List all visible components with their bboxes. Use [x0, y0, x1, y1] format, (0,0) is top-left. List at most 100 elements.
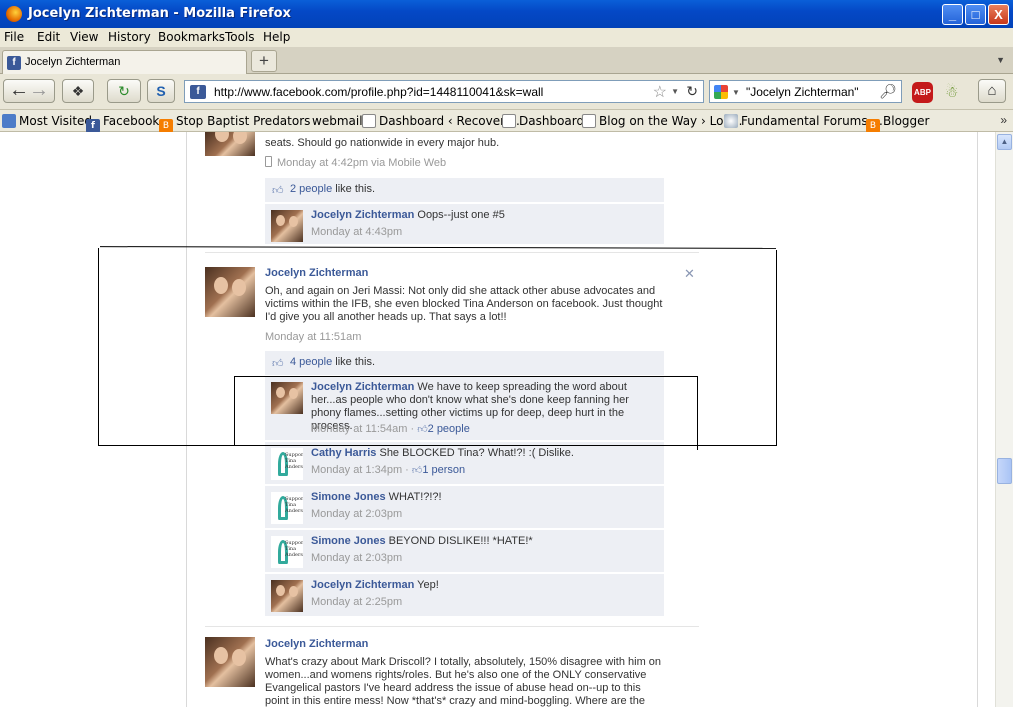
- bookmark-star-icon[interactable]: ☆: [653, 82, 667, 102]
- greasemonkey-icon[interactable]: ☃: [945, 83, 958, 101]
- comment-likes-link[interactable]: 2 people: [428, 423, 470, 435]
- forward-arrow-icon[interactable]: →: [29, 79, 49, 101]
- post-timestamp: Monday at 4:42pm via Mobile Web: [265, 156, 446, 169]
- forum-icon: [724, 114, 738, 128]
- likes-text: 2 people like this.: [290, 183, 375, 195]
- comment-avatar[interactable]: [271, 382, 303, 414]
- comment: Support Tina Anderson Simone Jones BEYON…: [265, 530, 664, 572]
- skype-icon[interactable]: S: [147, 79, 175, 103]
- url-dropdown-icon[interactable]: ▼: [671, 87, 679, 96]
- post-author-name[interactable]: Jocelyn Zichterman: [265, 638, 368, 650]
- post-text: What's crazy about Mark Driscoll? I tota…: [265, 656, 662, 707]
- bookmark-label: webmail: [312, 114, 363, 128]
- bookmark-dashboard[interactable]: Dashboard: [502, 114, 584, 128]
- menu-edit[interactable]: Edit: [37, 30, 60, 44]
- menu-tools[interactable]: Tools: [225, 30, 255, 44]
- vertical-scrollbar[interactable]: ▲: [995, 132, 1013, 707]
- menu-file[interactable]: File: [4, 30, 24, 44]
- google-icon[interactable]: [714, 85, 728, 99]
- avatar[interactable]: [205, 637, 255, 687]
- annotation-line: [99, 246, 777, 249]
- page-icon: [582, 114, 596, 128]
- menu-bookmarks[interactable]: Bookmarks: [158, 30, 225, 44]
- post-separator: [205, 252, 699, 253]
- comment-time[interactable]: Monday at 1:34pm ·: [311, 464, 412, 476]
- comment-text: Jocelyn Zichterman Oops--just one #5: [311, 209, 659, 222]
- avatar[interactable]: [205, 267, 255, 317]
- facebook-icon: f: [86, 119, 100, 133]
- comment-avatar-ribbon[interactable]: Support Tina Anderson: [271, 536, 303, 568]
- maximize-button[interactable]: □: [965, 4, 986, 25]
- bookmark-facebook[interactable]: f Facebook: [86, 114, 159, 133]
- back-arrow-icon[interactable]: ←: [9, 79, 29, 101]
- comment-author[interactable]: Jocelyn Zichterman: [311, 579, 414, 591]
- title-bar: Jocelyn Zichterman - Mozilla Firefox _ □…: [0, 0, 1013, 28]
- back-forward-button[interactable]: ←→: [3, 79, 55, 103]
- search-icon[interactable]: 🔎︎: [879, 83, 897, 100]
- search-box[interactable]: ▼ "Jocelyn Zichterman" 🔎︎: [709, 80, 902, 103]
- bookmark-most-visited[interactable]: Most Visited: [2, 114, 92, 128]
- likes-suffix: like this.: [332, 183, 376, 195]
- bookmark-blogger[interactable]: B Blogger: [866, 114, 929, 133]
- url-bar[interactable]: f http://www.facebook.com/profile.php?id…: [184, 80, 704, 103]
- comment-avatar-ribbon[interactable]: Support Tina Anderson: [271, 492, 303, 524]
- browser-window: Jocelyn Zichterman - Mozilla Firefox _ □…: [0, 0, 1013, 707]
- bookmark-dashboard-recoveri[interactable]: Dashboard ‹ Recoveri...: [362, 114, 520, 128]
- site-identity-icon[interactable]: f: [190, 85, 206, 99]
- post-author-name[interactable]: Jocelyn Zichterman: [265, 267, 368, 279]
- bookmark-blog-on-the-way[interactable]: Blog on the Way › Log...: [582, 114, 742, 128]
- bookmark-webmail[interactable]: webmail: [312, 114, 363, 128]
- comment-avatar[interactable]: [271, 580, 303, 612]
- new-tab-button[interactable]: +: [251, 50, 277, 72]
- tab-list-arrow-icon[interactable]: ▼: [996, 55, 1005, 65]
- comment-author[interactable]: Simone Jones: [311, 491, 386, 503]
- post-text: Oh, and again on Jeri Massi: Not only di…: [265, 285, 663, 323]
- home-button[interactable]: ⌂: [978, 79, 1006, 103]
- comment-body: WHAT!?!?!: [385, 491, 442, 503]
- comment-time[interactable]: Monday at 11:54am ·: [311, 423, 417, 435]
- bookmark-label: Dashboard: [519, 114, 585, 128]
- adblock-plus-icon[interactable]: ABP: [912, 82, 933, 103]
- bookmarks-overflow-chevron-icon[interactable]: »: [1000, 113, 1007, 127]
- post-timestamp[interactable]: Monday at 11:51am: [265, 331, 361, 343]
- column-divider: [186, 132, 187, 707]
- likes-link[interactable]: 2 people: [290, 183, 332, 195]
- comment-timestamp[interactable]: Monday at 4:43pm: [311, 226, 402, 238]
- search-engine-dropdown-icon[interactable]: ▼: [732, 88, 740, 97]
- comment-timestamp[interactable]: Monday at 2:03pm: [311, 508, 402, 520]
- like-thumb-icon: 👍︎: [272, 185, 284, 197]
- remove-post-close-icon[interactable]: ✕: [684, 266, 695, 282]
- minimize-button[interactable]: _: [942, 4, 963, 25]
- menu-help[interactable]: Help: [263, 30, 290, 44]
- comment-author[interactable]: Jocelyn Zichterman: [311, 381, 414, 393]
- comment: Jocelyn Zichterman Oops--just one #5 Mon…: [265, 204, 664, 244]
- likes-bar: 👍︎ 2 people like this.: [265, 178, 664, 202]
- comment-timestamp[interactable]: Monday at 2:03pm: [311, 552, 402, 564]
- window-title: Jocelyn Zichterman - Mozilla Firefox: [28, 6, 291, 21]
- scroll-up-arrow-icon[interactable]: ▲: [997, 134, 1012, 150]
- close-button[interactable]: X: [988, 4, 1009, 25]
- comment-author[interactable]: Jocelyn Zichterman: [311, 209, 414, 221]
- sync-icon[interactable]: ↻: [107, 79, 141, 103]
- column-divider: [977, 132, 978, 707]
- avatar[interactable]: [205, 132, 255, 156]
- extension-paw-icon[interactable]: ❖: [62, 79, 94, 103]
- comment-avatar[interactable]: [271, 210, 303, 242]
- comment-author[interactable]: Simone Jones: [311, 535, 386, 547]
- tab-label: Jocelyn Zichterman: [25, 56, 121, 68]
- menu-history[interactable]: History: [108, 30, 151, 44]
- reload-icon[interactable]: ↻: [686, 83, 698, 100]
- comment-avatar-ribbon[interactable]: Support Tina Anderson: [271, 448, 303, 480]
- comment-author[interactable]: Cathy Harris: [311, 447, 376, 459]
- bookmark-stop-baptist-predators[interactable]: B Stop Baptist Predators: [159, 114, 310, 133]
- likes-link[interactable]: 4 people: [290, 356, 332, 368]
- navigation-toolbar: ←→ ❖ ↻ S f http://www.facebook.com/profi…: [0, 74, 1013, 110]
- menu-view[interactable]: View: [70, 30, 98, 44]
- annotation-line: [234, 376, 698, 377]
- tab-jocelyn-zichterman[interactable]: f Jocelyn Zichterman: [2, 50, 247, 74]
- search-query: "Jocelyn Zichterman": [746, 85, 859, 99]
- bookmark-fundamental-forums[interactable]: Fundamental Forums....: [724, 114, 883, 128]
- comment-timestamp[interactable]: Monday at 2:25pm: [311, 596, 402, 608]
- scrollbar-thumb[interactable]: [997, 458, 1012, 484]
- comment-likes-link[interactable]: 1 person: [422, 464, 465, 476]
